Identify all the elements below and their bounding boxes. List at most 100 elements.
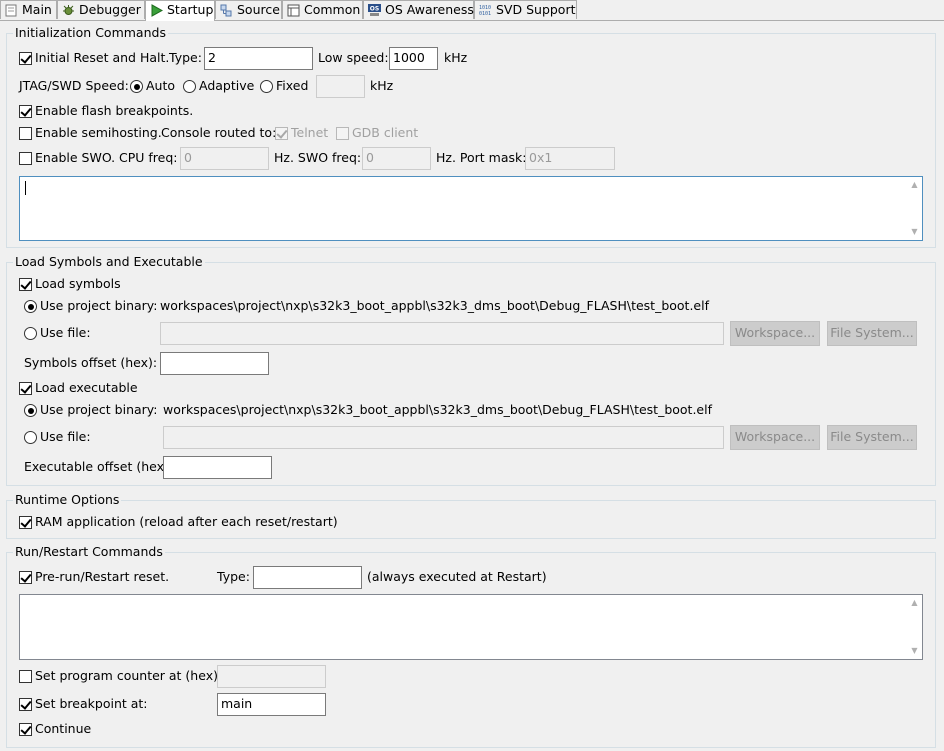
swo-freq-input[interactable]: 0: [362, 147, 431, 170]
scroll-up-icon[interactable]: ▲: [910, 599, 919, 607]
load-symbols-group: [6, 262, 936, 486]
speed-auto-label: Auto: [146, 78, 176, 93]
reset-type-input[interactable]: 2: [204, 47, 313, 70]
scroll-down-icon[interactable]: ▼: [910, 228, 919, 236]
symbols-use-file-radio[interactable]: [24, 327, 37, 340]
port-mask-input[interactable]: 0x1: [525, 147, 615, 170]
low-speed-input[interactable]: 1000: [389, 47, 438, 70]
tab-startup[interactable]: Startup: [145, 0, 215, 21]
tab-main[interactable]: Main: [0, 0, 57, 19]
tab-svd-support-label: SVD Support: [496, 2, 576, 17]
set-breakpoint-input[interactable]: main: [217, 693, 326, 716]
speed-fixed-radio[interactable]: [260, 80, 273, 93]
exec-offset-input[interactable]: [163, 456, 272, 479]
tab-common[interactable]: Common: [282, 0, 363, 19]
ram-application-checkbox[interactable]: [19, 516, 32, 529]
tab-main-label: Main: [22, 2, 52, 17]
exec-offset-label: Executable offset (hex):: [24, 459, 174, 474]
load-symbols-checkbox[interactable]: [19, 278, 32, 291]
cpu-freq-label: CPU freq:: [119, 150, 178, 165]
exec-use-file-radio[interactable]: [24, 431, 37, 444]
symbols-offset-label: Symbols offset (hex):: [24, 355, 158, 370]
set-pc-input[interactable]: [217, 665, 326, 688]
symbols-workspace-button[interactable]: Workspace...: [730, 321, 820, 346]
semihosting-checkbox[interactable]: [19, 127, 32, 140]
scroll-down-icon[interactable]: ▼: [910, 647, 919, 655]
load-executable-label: Load executable: [35, 380, 138, 395]
startup-icon: [151, 4, 163, 17]
prerun-reset-checkbox[interactable]: [19, 571, 32, 584]
exec-file-input[interactable]: [163, 426, 724, 449]
fixed-speed-input[interactable]: [316, 75, 365, 98]
symbols-project-binary-label: Use project binary:: [40, 298, 158, 313]
gdb-client-label: GDB client: [352, 125, 419, 140]
symbols-offset-input[interactable]: [160, 352, 269, 375]
tab-source-label: Source: [237, 2, 280, 17]
exec-use-file-label: Use file:: [40, 429, 91, 444]
speed-adaptive-radio[interactable]: [183, 80, 196, 93]
tab-os-awareness-label: OS Awareness: [385, 2, 474, 17]
always-executed-note: (always executed at Restart): [367, 569, 547, 584]
set-breakpoint-checkbox[interactable]: [19, 698, 32, 711]
prerun-reset-label: Pre-run/Restart reset.: [35, 569, 170, 584]
telnet-checkbox[interactable]: [275, 127, 288, 140]
scroll-up-icon[interactable]: ▲: [910, 181, 919, 189]
semihosting-label: Enable semihosting.: [35, 125, 162, 140]
tab-debugger[interactable]: Debugger: [57, 0, 145, 19]
continue-checkbox[interactable]: [19, 723, 32, 736]
runtime-options-title: Runtime Options: [13, 492, 122, 508]
tab-startup-label: Startup: [167, 2, 214, 17]
load-symbols-label: Load symbols: [35, 276, 121, 291]
speed-auto-radio[interactable]: [130, 80, 143, 93]
speed-fixed-label: Fixed: [276, 78, 309, 93]
tab-common-label: Common: [304, 2, 361, 17]
init-commands-textarea[interactable]: ▲ ▼: [19, 176, 923, 241]
initial-reset-label: Initial Reset and Halt.: [35, 50, 170, 65]
set-pc-checkbox[interactable]: [19, 670, 32, 683]
run-restart-title: Run/Restart Commands: [13, 544, 165, 560]
gdb-client-checkbox[interactable]: [336, 127, 349, 140]
symbols-file-system-button[interactable]: File System...: [827, 321, 917, 346]
cpu-freq-input[interactable]: 0: [180, 147, 269, 170]
prerun-type-input[interactable]: [253, 566, 362, 589]
low-speed-unit: kHz: [444, 50, 468, 65]
exec-file-system-button[interactable]: File System...: [827, 425, 917, 450]
symbols-project-binary-radio[interactable]: [24, 300, 37, 313]
jtag-speed-label: JTAG/SWD Speed:: [19, 78, 129, 93]
telnet-label: Telnet: [291, 125, 329, 140]
exec-project-path: workspaces\project\nxp\s32k3_boot_appbl\…: [163, 402, 712, 417]
console-routed-label: Console routed to:: [161, 125, 277, 140]
load-symbols-title: Load Symbols and Executable: [13, 254, 205, 270]
tab-svd-support[interactable]: 1010 0101 SVD Support: [474, 0, 577, 19]
os-awareness-icon: OS: [368, 4, 381, 16]
main-icon: [5, 4, 17, 17]
tab-source[interactable]: Source: [215, 0, 282, 19]
swo-label: Enable SWO.: [35, 150, 116, 165]
swo-checkbox[interactable]: [19, 152, 32, 165]
load-executable-checkbox[interactable]: [19, 382, 32, 395]
run-commands-textarea[interactable]: ▲ ▼: [19, 594, 923, 660]
symbols-project-path: workspaces\project\nxp\s32k3_boot_appbl\…: [160, 298, 709, 313]
ram-application-label: RAM application (reload after each reset…: [35, 514, 338, 529]
exec-workspace-button[interactable]: Workspace...: [730, 425, 820, 450]
svg-text:OS: OS: [370, 6, 379, 13]
text-caret: [25, 181, 26, 195]
initial-reset-checkbox[interactable]: [19, 52, 32, 65]
exec-project-binary-radio[interactable]: [24, 404, 37, 417]
svd-icon: 10100101: [479, 5, 491, 17]
exec-project-binary-label: Use project binary:: [40, 402, 158, 417]
symbols-file-input[interactable]: [160, 322, 724, 345]
common-icon: [287, 4, 300, 17]
svg-text:0101: 0101: [479, 11, 491, 17]
reset-type-label: Type:: [169, 50, 202, 65]
tab-os-awareness[interactable]: OS OS Awareness: [363, 0, 474, 19]
prerun-type-label: Type:: [217, 569, 250, 584]
symbols-use-file-label: Use file:: [40, 325, 91, 340]
port-mask-label: Hz. Port mask:: [436, 150, 527, 165]
flash-breakpoints-checkbox[interactable]: [19, 105, 32, 118]
initialization-commands-title: Initialization Commands: [13, 25, 168, 41]
tab-debugger-label: Debugger: [79, 2, 141, 17]
set-breakpoint-label: Set breakpoint at:: [35, 696, 148, 711]
flash-breakpoints-label: Enable flash breakpoints.: [35, 103, 194, 118]
fixed-speed-unit: kHz: [370, 78, 394, 93]
